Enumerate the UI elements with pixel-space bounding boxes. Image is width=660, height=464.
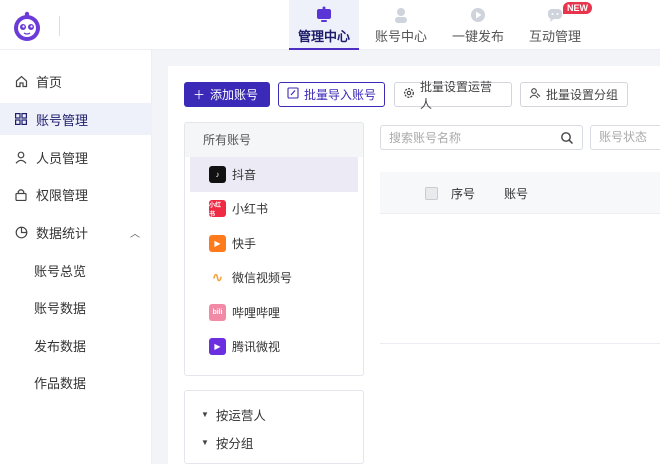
platform-item-bilibili[interactable]: bili 哔哩哔哩 bbox=[185, 295, 363, 330]
wechat-channels-icon: ∿ bbox=[211, 269, 224, 286]
search-placeholder: 搜索账号名称 bbox=[389, 131, 462, 145]
platform-label: 哔哩哔哩 bbox=[232, 305, 281, 320]
button-label: 添加账号 bbox=[210, 88, 259, 102]
home-icon bbox=[14, 74, 28, 88]
sidebar-item-label: 账号管理 bbox=[36, 112, 89, 128]
all-accounts-header[interactable]: 所有账号 bbox=[185, 123, 363, 157]
button-label: 批量设置运营人 bbox=[420, 79, 493, 111]
bilibili-icon: bili bbox=[209, 303, 226, 321]
new-badge: NEW bbox=[563, 2, 592, 14]
pie-icon bbox=[14, 225, 28, 239]
tab-management-center[interactable]: 管理中心 bbox=[289, 0, 359, 50]
filter-by-operator[interactable]: ▼ 按运营人 bbox=[185, 400, 363, 428]
gear-icon bbox=[403, 87, 415, 102]
sidebar-subitem-label: 账号数据 bbox=[34, 300, 87, 316]
plus-icon: ＋ bbox=[193, 88, 206, 102]
batch-set-operator-button[interactable]: 批量设置运营人 bbox=[394, 80, 512, 111]
batch-set-group-button[interactable]: 批量设置分组 bbox=[520, 82, 628, 107]
column-header-index: 序号 bbox=[451, 187, 476, 201]
platform-item-wechat-channels[interactable]: ∿ 微信视频号 bbox=[185, 261, 363, 296]
filter-by-group[interactable]: ▼ 按分组 bbox=[185, 428, 363, 456]
tab-label: 互动管理 bbox=[528, 29, 581, 44]
logo-divider bbox=[59, 16, 60, 36]
sidebar-subitem-label: 发布数据 bbox=[34, 338, 87, 354]
tab-label: 一键发布 bbox=[451, 29, 504, 44]
platform-item-xiaohongshu[interactable]: 小红书 小红书 bbox=[185, 192, 363, 227]
kuaishou-icon: ▶ bbox=[209, 234, 226, 252]
monitor-icon bbox=[317, 6, 331, 22]
search-icon[interactable] bbox=[560, 131, 574, 145]
platform-label: 微信视频号 bbox=[232, 271, 293, 286]
sidebar-item-label: 权限管理 bbox=[36, 187, 89, 203]
chat-icon bbox=[548, 9, 562, 22]
tab-one-click-publish[interactable]: 一键发布 bbox=[443, 0, 513, 50]
sidebar-item-permission-management[interactable]: 权限管理 bbox=[0, 178, 152, 210]
filter-label: 按分组 bbox=[215, 436, 254, 451]
platform-label: 小红书 bbox=[232, 202, 269, 217]
tab-label: 账号中心 bbox=[374, 29, 427, 44]
platform-item-douyin[interactable]: ♪ 抖音 bbox=[190, 157, 358, 192]
platform-item-weishi[interactable]: ▶ 腾讯微视 bbox=[185, 330, 363, 365]
sidebar-item-account-management[interactable]: 账号管理 bbox=[0, 103, 152, 135]
platform-label: 抖音 bbox=[232, 167, 257, 182]
sidebar-subitem-label: 作品数据 bbox=[34, 375, 87, 391]
select-all-checkbox[interactable] bbox=[425, 187, 438, 200]
group-icon bbox=[529, 87, 541, 102]
edit-icon bbox=[287, 87, 299, 102]
tab-account-center[interactable]: 账号中心 bbox=[366, 0, 436, 50]
sidebar-subitem-account-data[interactable]: 账号数据 bbox=[0, 291, 152, 323]
logo-icon[interactable] bbox=[10, 9, 44, 43]
table-divider bbox=[380, 343, 660, 344]
add-account-button[interactable]: ＋ 添加账号 bbox=[184, 82, 270, 107]
platform-item-kuaishou[interactable]: ▶ 快手 bbox=[185, 226, 363, 261]
batch-import-button[interactable]: 批量导入账号 bbox=[278, 82, 385, 107]
group-filter-panel: ▼ 按运营人 ▼ 按分组 bbox=[184, 390, 364, 464]
sidebar-item-home[interactable]: 首页 bbox=[0, 65, 152, 97]
main-panel: ＋ 添加账号 批量导入账号 批量设置运营人 批量设置分组 所有账号 ♪ 抖音 小… bbox=[168, 66, 660, 464]
grid-icon bbox=[14, 112, 28, 126]
sidebar-subitem-label: 账号总览 bbox=[34, 263, 87, 279]
account-status-select[interactable]: 账号状态 bbox=[590, 125, 660, 150]
search-input[interactable]: 搜索账号名称 bbox=[380, 125, 583, 150]
lock-icon bbox=[14, 187, 28, 201]
chevron-up-icon: ︿ bbox=[130, 229, 140, 240]
button-label: 批量导入账号 bbox=[304, 88, 377, 102]
tab-label: 管理中心 bbox=[297, 29, 350, 44]
user-icon bbox=[14, 150, 28, 164]
platform-label: 腾讯微视 bbox=[232, 340, 281, 355]
platform-label: 快手 bbox=[232, 236, 257, 251]
sidebar-subitem-works-data[interactable]: 作品数据 bbox=[0, 366, 152, 398]
column-header-account: 账号 bbox=[504, 187, 529, 201]
sidebar-item-label: 首页 bbox=[36, 74, 63, 90]
sidebar-subitem-publish-data[interactable]: 发布数据 bbox=[0, 329, 152, 361]
sidebar-item-staff-management[interactable]: 人员管理 bbox=[0, 141, 152, 173]
sidebar: 首页 账号管理 人员管理 权限管理 数据统计 ︿ 账号总览 账号数据 发布数据 … bbox=[0, 50, 152, 464]
button-label: 批量设置分组 bbox=[546, 88, 619, 102]
platform-list: 所有账号 ♪ 抖音 小红书 小红书 ▶ 快手 ∿ 微信视频号 bili 哔哩哔哩… bbox=[184, 122, 364, 376]
weishi-icon: ▶ bbox=[209, 338, 226, 356]
top-bar: 管理中心 账号中心 一键发布 互动管理 NEW bbox=[0, 0, 660, 50]
sidebar-item-data-statistics[interactable]: 数据统计 ︿ bbox=[0, 216, 152, 248]
sidebar-subitem-account-overview[interactable]: 账号总览 bbox=[0, 254, 152, 286]
filter-label: 按运营人 bbox=[215, 408, 266, 423]
douyin-icon: ♪ bbox=[209, 165, 226, 183]
caret-down-icon: ▼ bbox=[201, 409, 209, 419]
caret-down-icon: ▼ bbox=[201, 437, 209, 447]
table-header: 序号 账号 bbox=[380, 172, 660, 214]
sidebar-item-label: 人员管理 bbox=[36, 150, 89, 166]
xiaohongshu-icon: 小红书 bbox=[209, 200, 226, 218]
account-icon bbox=[395, 8, 407, 23]
publish-icon bbox=[471, 8, 485, 22]
sidebar-item-label: 数据统计 bbox=[36, 225, 89, 241]
